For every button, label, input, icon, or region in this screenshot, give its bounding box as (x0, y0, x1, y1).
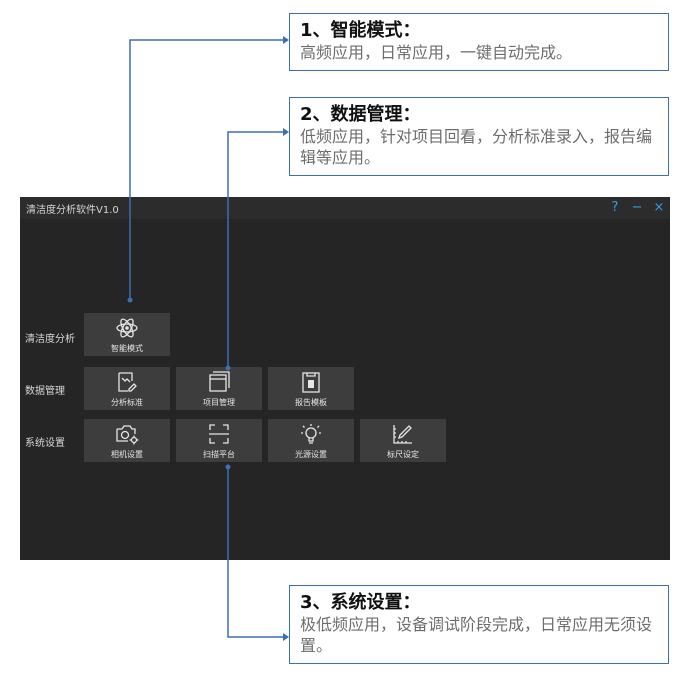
connector-lines (127, 36, 289, 641)
